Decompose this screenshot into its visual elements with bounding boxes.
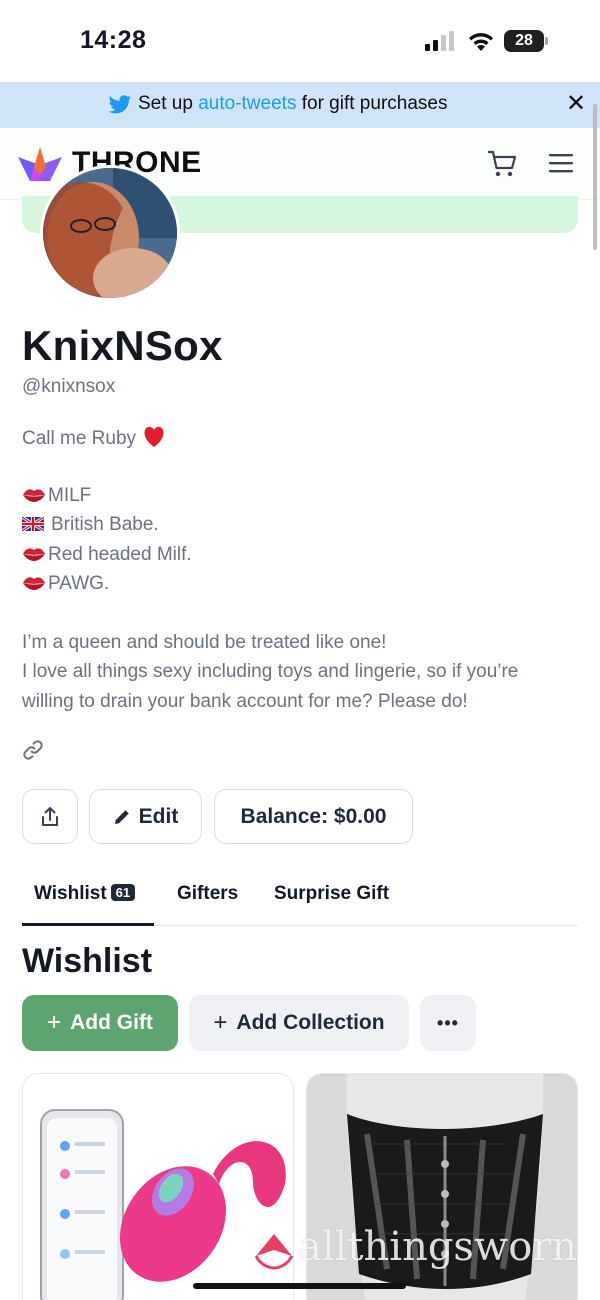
tab-wishlist[interactable]: Wishlist 61	[34, 883, 136, 905]
tab-surprise-gift[interactable]: Surprise Gift	[274, 883, 389, 905]
pencil-icon	[114, 809, 129, 824]
banner-text-before: Set up	[138, 93, 199, 114]
kiss-mark-icon	[23, 489, 45, 502]
battery-cap	[545, 37, 548, 45]
profile-name: KnixNSox	[22, 322, 223, 369]
plus-icon: +	[47, 1009, 62, 1036]
add-gift-label: Add Gift	[70, 1011, 153, 1034]
profile-tabs: Wishlist 61 Gifters Surprise Gift	[22, 868, 578, 926]
edit-profile-button[interactable]: Edit	[89, 789, 202, 844]
bio-line: I love all things sexy including toys an…	[22, 661, 519, 682]
bio-line: British Babe.	[22, 514, 159, 536]
add-gift-button[interactable]: + Add Gift	[22, 995, 178, 1051]
bio-text: PAWG.	[48, 573, 110, 594]
bio-line: willing to drain your bank account for m…	[22, 691, 468, 712]
twitter-bird-icon	[108, 95, 132, 114]
banner-text-after: for gift purchases	[296, 93, 448, 114]
wishlist-count-badge: 61	[110, 884, 136, 901]
add-collection-label: Add Collection	[236, 1011, 385, 1034]
bio-line: Call me Ruby	[22, 426, 166, 450]
uk-flag-icon	[22, 517, 44, 531]
active-tab-indicator	[22, 923, 154, 926]
profile-avatar[interactable]	[40, 165, 180, 301]
tab-gifters[interactable]: Gifters	[177, 883, 238, 905]
banner-message: Set up auto-tweets for gift purchases	[138, 93, 447, 115]
status-bar: 14:28 28	[0, 0, 600, 82]
bio-line: Red headed Milf.	[22, 544, 192, 566]
watermark-text: allthingsworn	[298, 1224, 578, 1270]
home-indicator[interactable]	[193, 1283, 406, 1289]
cart-icon[interactable]	[488, 150, 518, 178]
share-icon	[42, 806, 58, 826]
wishlist-title: Wishlist	[22, 942, 153, 980]
cellular-signal-icon	[425, 31, 454, 51]
auto-tweets-link[interactable]: auto-tweets	[198, 93, 296, 114]
bio-text: Red headed Milf.	[48, 544, 192, 565]
watermark-logo-icon	[254, 1234, 294, 1270]
bio-line: I’m a queen and should be treated like o…	[22, 632, 387, 653]
kiss-mark-icon	[23, 548, 45, 561]
plus-icon: +	[213, 1009, 228, 1036]
add-collection-button[interactable]: + Add Collection	[189, 995, 409, 1051]
page-scrollbar[interactable]	[593, 104, 597, 250]
red-heart-icon	[144, 426, 164, 447]
auto-tweets-banner: Set up auto-tweets for gift purchases ✕	[0, 82, 600, 128]
bio-line: PAWG.	[22, 573, 109, 595]
bio-text: Call me Ruby	[22, 428, 137, 449]
balance-label: Balance: $0.00	[240, 804, 387, 828]
balance-button[interactable]: Balance: $0.00	[214, 789, 413, 844]
battery-indicator: 28	[504, 30, 544, 52]
more-options-button[interactable]: •••	[420, 995, 476, 1051]
share-button[interactable]	[22, 789, 78, 844]
wifi-icon	[469, 33, 493, 51]
tab-wishlist-label: Wishlist	[34, 883, 107, 904]
status-time: 14:28	[80, 26, 147, 54]
hamburger-menu-icon[interactable]	[549, 152, 573, 174]
avatar-photo	[43, 168, 177, 298]
link-icon[interactable]	[22, 739, 44, 761]
bio-text: MILF	[48, 485, 92, 506]
edit-label: Edit	[138, 804, 179, 828]
banner-close-button[interactable]: ✕	[566, 91, 586, 117]
kiss-mark-icon	[23, 577, 45, 590]
throne-crown-logo-icon[interactable]	[16, 145, 64, 185]
bio-line: MILF	[22, 485, 91, 507]
bio-text: British Babe.	[51, 514, 159, 535]
profile-handle: @knixnsox	[22, 376, 116, 397]
